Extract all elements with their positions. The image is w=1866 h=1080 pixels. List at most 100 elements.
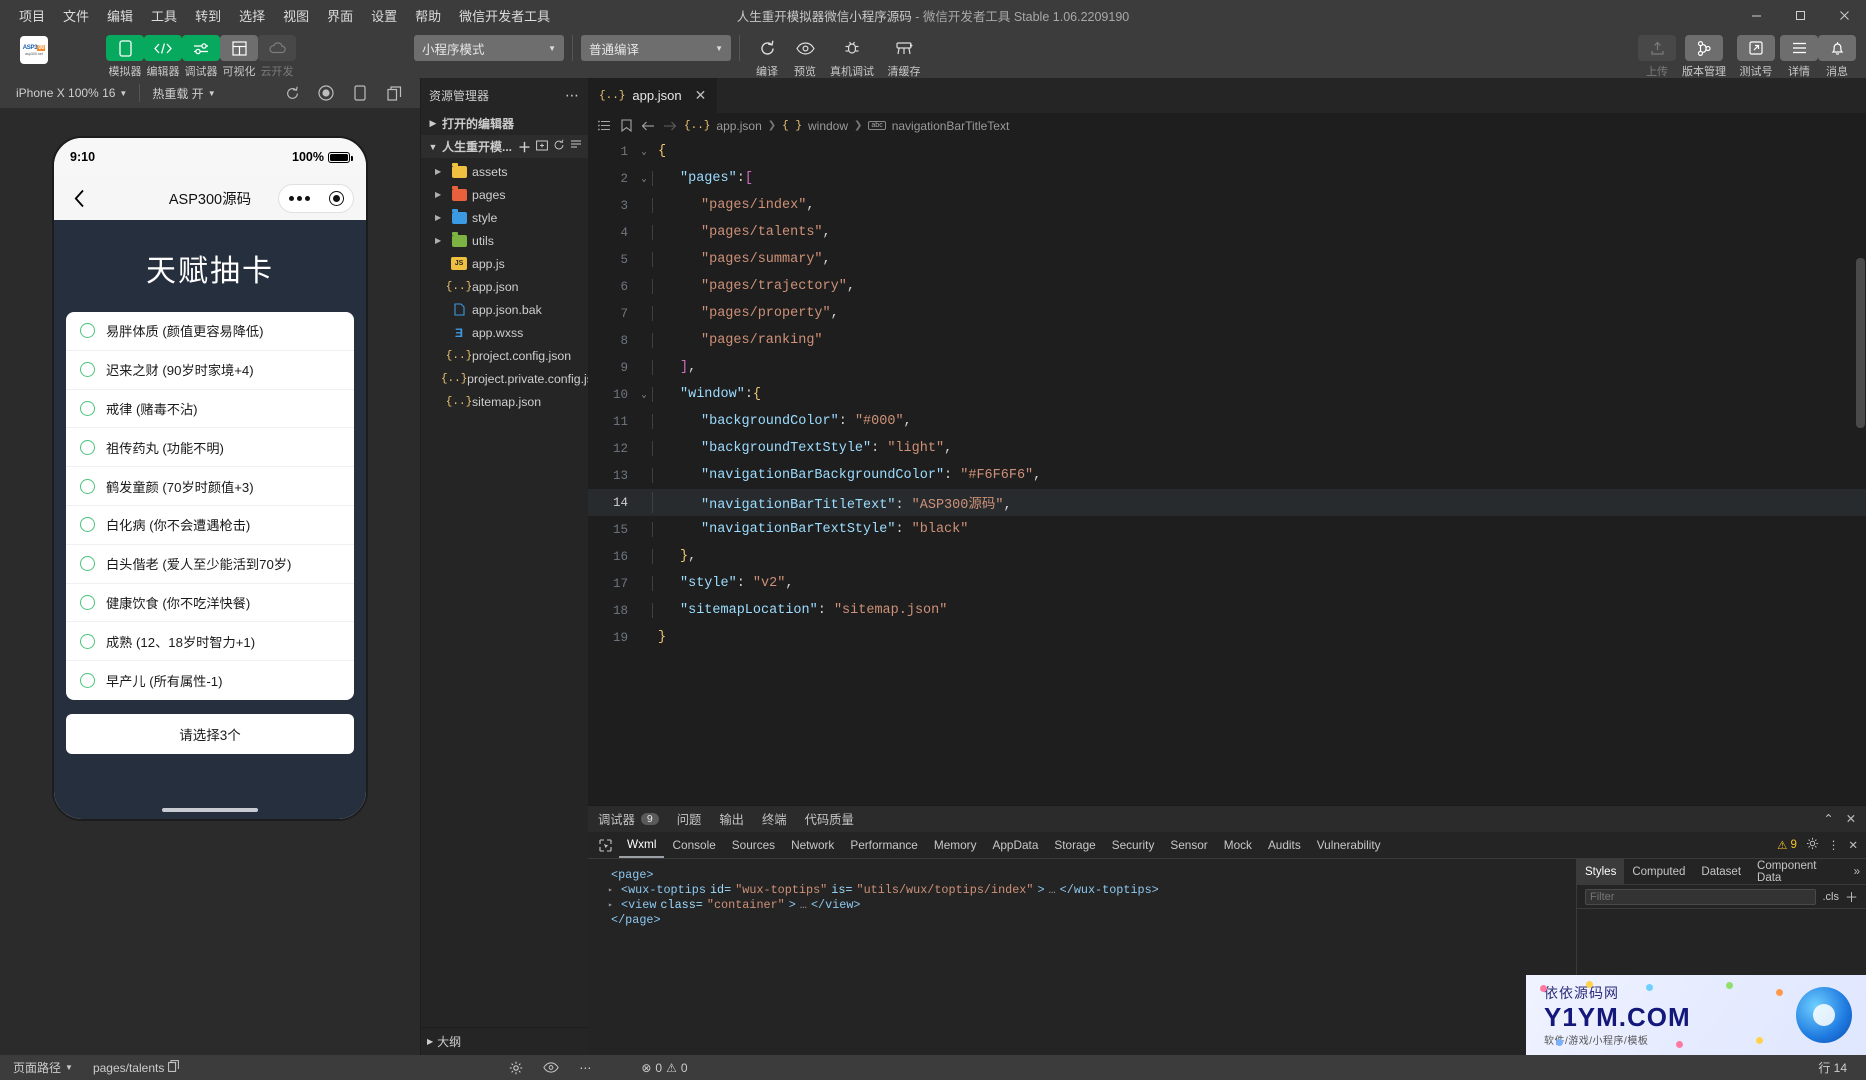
tree-item-project-config[interactable]: ▶{..}project.config.json: [421, 344, 588, 367]
tree-item-app-wxss[interactable]: ▶Ǝapp.wxss: [421, 321, 588, 344]
details-button[interactable]: 详情: [1780, 30, 1818, 79]
visualization-toggle-button[interactable]: 可视化: [220, 30, 258, 79]
tab-performance[interactable]: Performance: [842, 832, 926, 858]
close-miniprogram-icon[interactable]: [328, 190, 344, 206]
error-count[interactable]: ⊗ 0 ⚠ 0: [636, 1061, 692, 1075]
simulator-toggle-button[interactable]: 模拟器: [106, 30, 144, 79]
device-selector[interactable]: iPhone X 100% 16 ▼: [10, 86, 133, 100]
back-icon[interactable]: [66, 185, 92, 211]
fold-chevron-icon[interactable]: ⌄: [636, 390, 652, 400]
radio-icon[interactable]: [80, 323, 95, 339]
code-line[interactable]: 19}: [588, 624, 1866, 651]
tab-computed[interactable]: Computed: [1624, 859, 1693, 884]
collapse-all-icon[interactable]: [570, 139, 582, 154]
editor-scrollbar[interactable]: [1854, 138, 1866, 805]
menu-item-devtools[interactable]: 微信开发者工具: [450, 2, 559, 29]
remote-debug-button[interactable]: 真机调试: [824, 30, 880, 79]
code-line[interactable]: 8 "pages/ranking": [588, 327, 1866, 354]
radio-icon[interactable]: [80, 556, 95, 572]
dom-node[interactable]: ▸ <wux-toptips id= "wux-toptips" is= "utils…: [598, 882, 1566, 897]
close-icon[interactable]: ✕: [1848, 838, 1858, 852]
tab-dataset[interactable]: Dataset: [1693, 859, 1749, 884]
more-icon[interactable]: ⋯: [565, 87, 580, 104]
code-line[interactable]: 11 "backgroundColor": "#000",: [588, 408, 1866, 435]
tab-audits[interactable]: Audits: [1260, 832, 1309, 858]
tab-styles[interactable]: Styles: [1577, 859, 1625, 884]
code-line[interactable]: 14 "navigationBarTitleText": "ASP300源码",: [588, 489, 1866, 516]
menu-item-file[interactable]: 文件: [54, 2, 98, 29]
code-line[interactable]: 9],: [588, 354, 1866, 381]
tab-console[interactable]: Console: [664, 832, 723, 858]
outline-section[interactable]: ▶ 大纲: [421, 1027, 588, 1055]
code-line[interactable]: 16},: [588, 543, 1866, 570]
close-icon[interactable]: ✕: [1846, 812, 1856, 826]
tab-component-data[interactable]: Component Data: [1749, 859, 1848, 884]
breadcrumb-window[interactable]: window: [808, 119, 848, 133]
list-item[interactable]: 白头偕老 (爱人至少能活到70岁): [66, 545, 354, 584]
menu-item-select[interactable]: 选择: [230, 2, 274, 29]
toggle-class-button[interactable]: .cls: [1822, 891, 1839, 903]
breadcrumb-file[interactable]: app.json: [716, 119, 761, 133]
version-control-button[interactable]: 版本管理: [1676, 30, 1732, 79]
nav-back-icon[interactable]: [640, 118, 656, 134]
chevron-right-icon[interactable]: ▸: [608, 900, 617, 910]
radio-icon[interactable]: [80, 439, 95, 455]
tab-vulnerability[interactable]: Vulnerability: [1309, 832, 1389, 858]
menu-item-interface[interactable]: 界面: [318, 2, 362, 29]
code-line[interactable]: 3 "pages/index",: [588, 192, 1866, 219]
project-root-section[interactable]: ▼ 人生重开模... ＋: [421, 135, 588, 158]
devtools-tab-code-quality[interactable]: 代码质量: [805, 810, 854, 828]
more-tabs-icon[interactable]: »: [1848, 859, 1866, 884]
tree-item-app-json[interactable]: ▶{..}app.json: [421, 275, 588, 298]
list-item[interactable]: 戒律 (赌毒不沾): [66, 390, 354, 429]
radio-icon[interactable]: [80, 478, 95, 494]
status-more-icon[interactable]: ⋯: [574, 1061, 596, 1075]
debugger-toggle-button[interactable]: 调试器: [182, 30, 220, 79]
radio-icon[interactable]: [80, 673, 95, 689]
refresh-icon[interactable]: [553, 139, 565, 154]
fold-chevron-icon[interactable]: ⌄: [636, 174, 652, 184]
tree-item-utils[interactable]: ▶ utils: [421, 229, 588, 252]
clear-cache-button[interactable]: 清缓存: [880, 30, 928, 79]
tab-wxml[interactable]: Wxml: [619, 832, 665, 858]
chevron-right-icon[interactable]: ▶: [435, 236, 446, 245]
tab-sources[interactable]: Sources: [724, 832, 783, 858]
code-line[interactable]: 5 "pages/summary",: [588, 246, 1866, 273]
tab-security[interactable]: Security: [1104, 832, 1163, 858]
list-item[interactable]: 健康饮食 (你不吃洋快餐): [66, 584, 354, 623]
list-item[interactable]: 迟来之财 (90岁时家境+4): [66, 351, 354, 390]
messages-button[interactable]: 消息: [1818, 30, 1856, 79]
tab-appdata[interactable]: AppData: [984, 832, 1046, 858]
minimize-icon[interactable]: [1734, 0, 1778, 30]
list-item[interactable]: 易胖体质 (颜值更容易降低): [66, 312, 354, 351]
tab-mock[interactable]: Mock: [1216, 832, 1260, 858]
upload-button[interactable]: 上传: [1638, 30, 1676, 79]
list-item[interactable]: 早产儿 (所有属性-1): [66, 661, 354, 700]
page-path-value-group[interactable]: pages/talents: [88, 1060, 184, 1075]
refresh-icon[interactable]: [282, 83, 302, 103]
code-line[interactable]: 10 ⌄ "window":{: [588, 381, 1866, 408]
menu-item-project[interactable]: 项目: [10, 2, 54, 29]
close-icon[interactable]: ✕: [695, 87, 707, 104]
tree-item-pages[interactable]: ▶ pages: [421, 183, 588, 206]
tree-item-app-json-bak[interactable]: ▶app.json.bak: [421, 298, 588, 321]
compile-select[interactable]: 普通编译 ▼: [581, 35, 731, 61]
tree-item-app-js[interactable]: ▶JSapp.js: [421, 252, 588, 275]
devtools-tab-problems[interactable]: 问题: [677, 810, 702, 828]
menu-item-view[interactable]: 视图: [274, 2, 318, 29]
menu-item-tools[interactable]: 工具: [142, 2, 186, 29]
more-icon[interactable]: [288, 195, 310, 201]
menu-item-help[interactable]: 帮助: [406, 2, 450, 29]
open-editors-section[interactable]: ▶ 打开的编辑器: [421, 112, 588, 135]
close-icon[interactable]: [1822, 0, 1866, 30]
new-file-icon[interactable]: ＋: [518, 137, 531, 156]
copy-device-icon[interactable]: [384, 83, 404, 103]
styles-filter-input[interactable]: [1585, 888, 1817, 905]
new-folder-icon[interactable]: [536, 139, 548, 154]
maximize-icon[interactable]: [1778, 0, 1822, 30]
dom-node[interactable]: </page>: [598, 912, 1566, 927]
tree-item-style[interactable]: ▶ style: [421, 206, 588, 229]
dom-node[interactable]: <page>: [598, 867, 1566, 882]
tab-sensor[interactable]: Sensor: [1162, 832, 1215, 858]
tree-item-sitemap-json[interactable]: ▶{..}sitemap.json: [421, 390, 588, 413]
